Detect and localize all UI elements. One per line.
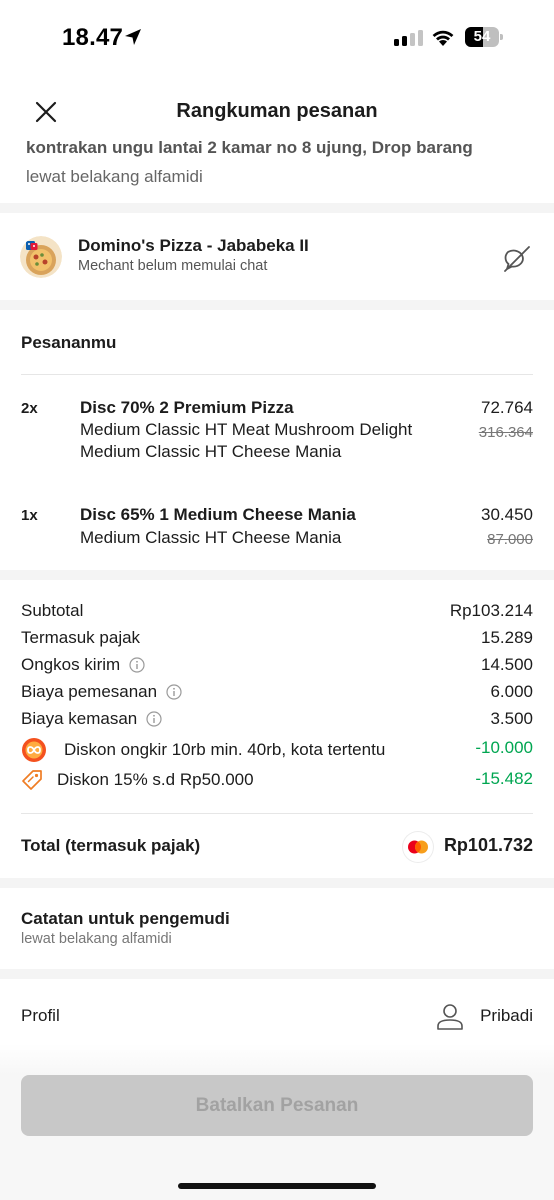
page-title: Rangkuman pesanan <box>176 100 378 122</box>
item-price: 30.450 <box>481 505 533 524</box>
section-divider <box>0 969 554 979</box>
info-icon[interactable] <box>129 657 145 673</box>
merchant-card: Domino's Pizza - Jababeka II Mechant bel… <box>0 214 554 300</box>
home-indicator <box>178 1183 376 1189</box>
summary-label: Biaya kemasan <box>21 709 162 729</box>
order-fee-value: 6.000 <box>490 682 533 701</box>
discount-label: Diskon 15% s.d Rp50.000 <box>21 769 254 791</box>
battery-icon: 54 <box>465 27 503 47</box>
item-variant: Medium Classic HT Cheese Mania <box>80 442 342 461</box>
address-line-1-text: kontrakan ungu lantai 2 kamar no 8 ujung… <box>26 138 473 157</box>
delivery-fee-label: Ongkos kirim <box>21 655 121 674</box>
delivery-discount-label: Diskon ongkir 10rb min. 40rb, kota terte… <box>64 740 386 759</box>
address-line-1: kontrakan ungu lantai 2 kamar no 8 ujung… <box>26 138 536 160</box>
payment-method-badge[interactable] <box>403 832 433 862</box>
section-divider <box>0 203 554 213</box>
mastercard-icon <box>408 840 428 854</box>
chat-disabled-icon <box>504 246 530 272</box>
summary-label: Biaya pemesanan <box>21 682 182 702</box>
tax-value: 15.289 <box>481 628 533 647</box>
chat-button[interactable] <box>502 244 532 274</box>
item-name: Disc 65% 1 Medium Cheese Mania <box>80 505 356 524</box>
summary-label: Termasuk pajak <box>21 628 140 648</box>
merchant-logo <box>20 236 62 278</box>
total-value: Rp101.732 <box>443 835 533 855</box>
discount-label: Diskon ongkir 10rb min. 40rb, kota terte… <box>21 737 385 763</box>
header: Rangkuman pesanan <box>0 84 554 140</box>
divider <box>21 374 533 375</box>
summary-row-subtotal: Subtotal Rp103.214 <box>21 601 533 625</box>
status-time: 18.47 <box>62 24 124 51</box>
info-icon[interactable] <box>166 684 182 700</box>
total-label: Total (termasuk pajak) <box>21 836 201 855</box>
subtotal-label: Subtotal <box>21 601 84 620</box>
item-original-price: 316.364 <box>478 424 533 441</box>
person-icon <box>437 1004 463 1030</box>
summary-label: Ongkos kirim <box>21 655 145 675</box>
item-variant: Medium Classic HT Cheese Mania <box>80 528 342 547</box>
summary-row-tax: Termasuk pajak 15.289 <box>21 628 533 652</box>
discount-row-delivery: Diskon ongkir 10rb min. 40rb, kota terte… <box>21 737 533 763</box>
battery-level: 54 <box>473 28 491 45</box>
address-line-2: lewat belakang alfamidi <box>26 167 203 186</box>
item-variant: Medium Classic HT Meat Mushroom Delight <box>80 420 413 439</box>
profile-label: Profil <box>21 1006 60 1025</box>
merchant-name: Domino's Pizza - Jababeka II <box>78 236 309 255</box>
delivery-discount-value: -10.000 <box>475 738 533 757</box>
order-section-title: Pesananmu <box>21 333 117 352</box>
tax-label: Termasuk pajak <box>21 628 141 647</box>
summary-row-packaging-fee: Biaya kemasan 3.500 <box>21 709 533 733</box>
section-divider <box>0 570 554 580</box>
delivery-fee-value: 14.500 <box>481 655 533 674</box>
discount-row-promo: Diskon 15% s.d Rp50.000 -15.482 <box>21 769 533 793</box>
section-divider <box>0 878 554 888</box>
packaging-fee-label: Biaya kemasan <box>21 709 138 728</box>
merchant-chat-status: Mechant belum memulai chat <box>78 258 268 274</box>
packaging-fee-value: 3.500 <box>490 709 533 728</box>
location-arrow-icon <box>125 29 141 45</box>
cancel-order-button[interactable]: Batalkan Pesanan <box>21 1075 533 1136</box>
delivery-discount-icon <box>22 738 46 762</box>
promo-discount-value: -15.482 <box>475 769 533 788</box>
cellular-signal-icon <box>394 30 423 46</box>
driver-note-text: lewat belakang alfamidi <box>21 931 172 947</box>
info-icon[interactable] <box>146 711 162 727</box>
item-quantity: 2x <box>21 400 38 417</box>
profile-value[interactable]: Pribadi <box>480 1006 533 1026</box>
divider <box>21 813 533 814</box>
item-quantity: 1x <box>21 507 38 524</box>
promo-discount-label: Diskon 15% s.d Rp50.000 <box>57 770 254 789</box>
order-fee-label: Biaya pemesanan <box>21 682 158 701</box>
driver-note-title: Catatan untuk pengemudi <box>21 909 230 928</box>
item-name: Disc 70% 2 Premium Pizza <box>80 398 294 417</box>
summary-label: Subtotal <box>21 601 83 621</box>
item-price: 72.764 <box>481 398 533 417</box>
voucher-tag-icon <box>22 770 42 790</box>
item-original-price: 87.000 <box>487 531 533 548</box>
summary-row-delivery-fee: Ongkos kirim 14.500 <box>21 655 533 679</box>
status-bar: 18.47 54 <box>0 0 554 72</box>
section-divider <box>0 300 554 310</box>
wifi-icon <box>432 30 454 46</box>
summary-row-order-fee: Biaya pemesanan 6.000 <box>21 682 533 706</box>
subtotal-value: Rp103.214 <box>449 601 533 620</box>
